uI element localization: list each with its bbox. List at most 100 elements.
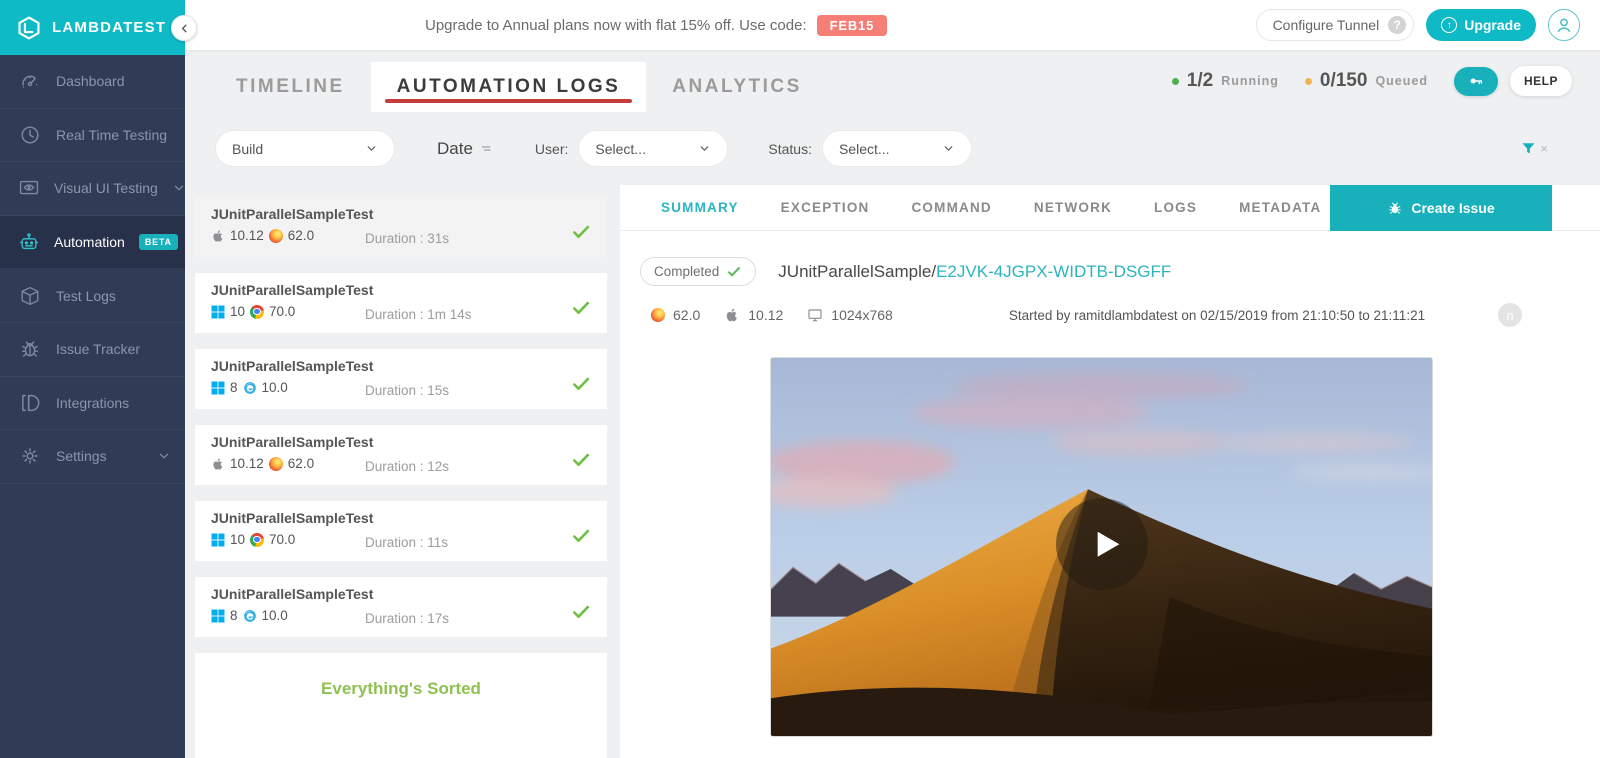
sidebar-item-label: Visual UI Testing [54,180,158,196]
upgrade-button[interactable]: ↑ Upgrade [1426,9,1536,41]
test-list-item[interactable]: JUnitParallelSampleTest810.0Duration : 1… [195,577,607,637]
sidebar-item-visual-ui-testing[interactable]: Visual UI Testing [0,162,185,216]
detail-tab-summary[interactable]: SUMMARY [640,200,760,215]
sidebar-item-dashboard[interactable]: Dashboard [0,55,185,109]
key-icon [1467,72,1485,90]
detail-tab-command[interactable]: COMMAND [890,200,1012,215]
detail-tab-exception[interactable]: EXCEPTION [760,200,891,215]
running-label: Running [1221,74,1279,88]
configure-tunnel-button[interactable]: Configure Tunnel ? [1256,9,1415,41]
queued-status: 0/150 Queued [1305,70,1428,92]
os-version: 10.12 [230,228,264,243]
sidebar-item-integrations[interactable]: Integrations [0,377,185,431]
ie-icon [243,609,257,623]
detail-body: Completed JUnitParallelSample/E2JVK-4JGP… [620,231,1600,737]
sidebar: LAMBDATEST Dashboard Real Time Testing Vis… [0,0,185,758]
tab-analytics[interactable]: ANALYTICS [646,62,827,112]
passed-check-icon [571,526,591,551]
date-filter-label: Date [437,139,473,159]
ie-icon [243,381,257,395]
cube-icon [18,284,42,308]
access-key-button[interactable] [1454,67,1498,96]
sidebar-item-label: Settings [56,448,107,464]
sidebar-item-real-time-testing[interactable]: Real Time Testing [0,109,185,163]
test-duration: Duration : 12s [365,459,449,474]
sidebar-item-settings[interactable]: Settings [0,430,185,484]
sidebar-item-issue-tracker[interactable]: Issue Tracker [0,323,185,377]
bug-icon [18,337,42,361]
help-button[interactable]: HELP [1510,66,1572,96]
date-filter[interactable]: Date [437,139,495,159]
passed-check-icon [571,298,591,323]
queued-count: 0/150 [1320,70,1368,92]
status-filter-select[interactable]: Select... [822,130,972,167]
test-duration: Duration : 11s [365,535,448,550]
browser-version: 62.0 [288,456,314,471]
detail-tab-network[interactable]: NETWORK [1013,200,1133,215]
help-question-icon: ? [1388,16,1406,34]
clear-filters-button[interactable]: × [1520,140,1600,157]
collaborator-badge[interactable]: n [1498,303,1522,327]
test-list-item[interactable]: JUnitParallelSampleTest10.1262.0Duration… [195,425,607,485]
os-version: 8 [230,380,238,395]
firefox-icon [269,457,283,471]
tab-automation-logs[interactable]: AUTOMATION LOGS [371,62,647,112]
sidebar-collapse-button[interactable] [171,15,197,41]
tab-row: TIMELINEAUTOMATION LOGSANALYTICS 1/2 Run… [185,50,1600,112]
session-meta-row: 62.0 10.12 1024x768 Started by ramitdlam… [640,303,1600,327]
test-list: JUnitParallelSampleTest10.1262.0Duration… [195,185,607,653]
sidebar-item-test-logs[interactable]: Test Logs [0,269,185,323]
session-started-text: Started by ramitdlambdatest on 02/15/201… [1009,308,1425,323]
firefox-icon [269,229,283,243]
sidebar-item-label: Issue Tracker [56,341,140,357]
test-detail-panel: SUMMARYEXCEPTIONCOMMANDNETWORKLOGSMETADA… [620,185,1600,758]
sidebar-item-label: Automation [54,234,125,250]
user-avatar[interactable] [1548,9,1580,41]
sidebar-item-automation[interactable]: AutomationBETA [0,216,185,270]
topbar: Upgrade to Annual plans now with flat 15… [185,0,1600,50]
detail-tab-metadata[interactable]: METADATA [1218,200,1342,215]
session-video-player [770,357,1433,737]
clock-icon [18,123,42,147]
promo-code-badge[interactable]: FEB15 [817,15,887,36]
app-root: LAMBDATEST Dashboard Real Time Testing Vis… [0,0,1600,758]
browser-version: 10.0 [262,380,288,395]
tab-timeline[interactable]: TIMELINE [210,62,371,112]
test-list-item[interactable]: JUnitParallelSampleTest1070.0Duration : … [195,273,607,333]
passed-check-icon [571,374,591,399]
test-list-item[interactable]: JUnitParallelSampleTest1070.0Duration : … [195,501,607,561]
configure-tunnel-label: Configure Tunnel [1273,17,1380,33]
test-list-item[interactable]: JUnitParallelSampleTest810.0Duration : 1… [195,349,607,409]
sidebar-item-label: Dashboard [56,73,125,89]
test-environment: 810.0 [211,608,288,623]
book-icon [18,391,42,415]
test-environment: 10.1262.0 [211,456,314,471]
test-duration: Duration : 1m 14s [365,307,472,322]
windows-icon [211,533,225,547]
user-filter-select[interactable]: Select... [578,130,728,167]
windows-icon [211,305,225,319]
test-list-panel: JUnitParallelSampleTest10.1262.0Duration… [195,185,607,758]
detail-os-version: 10.12 [748,307,783,323]
browser-version: 70.0 [269,304,295,319]
status-filter-value: Select... [839,141,890,157]
brand-name: LAMBDATEST [52,19,166,36]
create-issue-button[interactable]: Create Issue [1330,185,1552,231]
firefox-icon [651,308,665,322]
running-status: 1/2 Running [1172,70,1279,92]
build-filter-select[interactable]: Build [215,130,395,167]
monitor-icon [807,307,823,323]
test-name: JUnitParallelSampleTest [211,510,591,526]
test-name: JUnitParallelSampleTest [211,358,591,374]
sidebar-item-label: Test Logs [56,288,116,304]
test-environment: 1070.0 [211,304,295,319]
running-dot-icon [1172,78,1179,85]
detail-tab-logs[interactable]: LOGS [1133,200,1218,215]
sidebar-item-label: Integrations [56,395,129,411]
session-id-link[interactable]: E2JVK-4JGPX-WIDTB-DSGFF [936,262,1171,281]
video-play-button[interactable] [1056,498,1148,590]
play-icon [1086,524,1126,564]
apple-icon [211,229,225,243]
apple-icon [724,307,740,323]
test-list-item[interactable]: JUnitParallelSampleTest10.1262.0Duration… [195,197,607,257]
